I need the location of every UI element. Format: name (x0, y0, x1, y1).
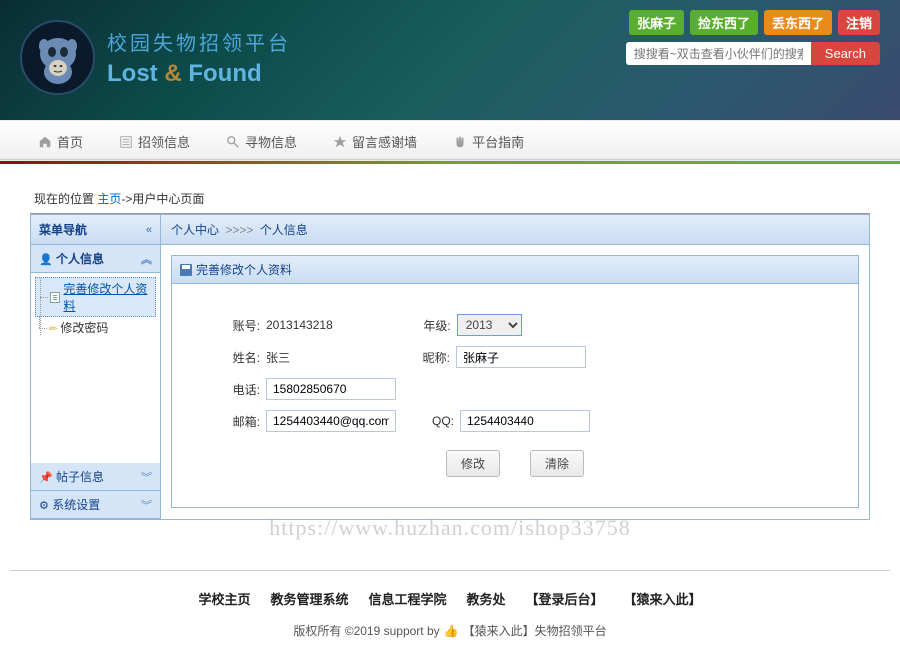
search-button[interactable]: Search (811, 42, 880, 65)
footer-monkey[interactable]: 【猿来入此】 (624, 589, 702, 608)
nav-claim[interactable]: 招领信息 (101, 121, 208, 162)
doc-icon (50, 292, 60, 303)
footer-info[interactable]: 信息工程学院 (368, 589, 446, 608)
list-icon (119, 135, 133, 149)
footer-edu[interactable]: 教务管理系统 (270, 589, 348, 608)
sidebar: 菜单导航 « 个人信息 ︽ 完善修改个人资料 修改密码 帖子信息 (31, 215, 161, 519)
site-title-en: Lost & Found (107, 60, 291, 88)
sidebar-panel-posts[interactable]: 帖子信息 ︾ (31, 463, 160, 491)
chevron-down-icon: ︾ (141, 497, 152, 513)
breadcrumb: 现在的位置 主页->用户中心页面 (30, 184, 870, 214)
email-input[interactable] (266, 410, 396, 432)
nav-bar: 首页 招领信息 寻物信息 留言感谢墙 平台指南 (0, 120, 900, 160)
label-name: 姓名: (222, 349, 260, 366)
chevron-down-icon: ︾ (141, 469, 152, 485)
grade-select[interactable]: 2013 (457, 314, 522, 336)
gear-icon (39, 498, 49, 512)
sidebar-panel-personal[interactable]: 个人信息 ︽ (31, 245, 160, 273)
label-qq: QQ: (416, 414, 454, 428)
tree-change-pwd[interactable]: 修改密码 (35, 317, 156, 338)
main-header: 个人中心 >>>> 个人信息 (161, 215, 869, 245)
footer-backend[interactable]: 【登录后台】 (526, 589, 604, 608)
star-icon (333, 135, 347, 149)
sidebar-header: 菜单导航 « (31, 215, 160, 245)
form-container: 完善修改个人资料 账号: 2013143218 年级: 2013 (171, 255, 859, 508)
main-layout: 菜单导航 « 个人信息 ︽ 完善修改个人资料 修改密码 帖子信息 (30, 214, 870, 520)
logout-button[interactable]: 注销 (838, 10, 880, 35)
home-icon (38, 135, 52, 149)
chevron-up-icon: ︽ (141, 251, 152, 267)
nav-home[interactable]: 首页 (20, 121, 101, 162)
breadcrumb-home[interactable]: 主页 (97, 192, 121, 206)
person-icon (39, 252, 53, 266)
label-phone: 电话: (222, 381, 260, 398)
nav-message[interactable]: 留言感谢墙 (315, 121, 435, 162)
label-account: 账号: (222, 317, 260, 334)
clear-button[interactable]: 清除 (530, 450, 584, 477)
phone-input[interactable] (266, 378, 396, 400)
nav-guide[interactable]: 平台指南 (435, 121, 542, 162)
user-button[interactable]: 张麻子 (629, 10, 684, 35)
site-title-cn: 校园失物招领平台 (107, 27, 291, 56)
nav-seek[interactable]: 寻物信息 (208, 121, 315, 162)
thumbs-icon: 👍 (444, 624, 459, 638)
sidebar-panel-system[interactable]: 系统设置 ︾ (31, 491, 160, 519)
search-icon (226, 135, 240, 149)
disk-icon (180, 264, 192, 276)
logo-icon (20, 20, 95, 95)
qq-input[interactable] (460, 410, 590, 432)
found-button[interactable]: 捡东西了 (690, 10, 758, 35)
hand-icon (453, 135, 467, 149)
tree-area: 完善修改个人资料 修改密码 (31, 273, 160, 463)
lost-button[interactable]: 丢东西了 (764, 10, 832, 35)
label-email: 邮箱: (222, 413, 260, 430)
value-account: 2013143218 (266, 318, 333, 332)
footer: 学校主页 教务管理系统 信息工程学院 教务处 【登录后台】 【猿来入此】 版权所… (10, 570, 890, 657)
pin-icon (39, 470, 53, 484)
search-area: Search (626, 42, 880, 65)
value-name: 张三 (266, 349, 290, 366)
main-panel: 个人中心 >>>> 个人信息 完善修改个人资料 账号: 2013143218 (161, 215, 869, 519)
footer-school[interactable]: 学校主页 (198, 589, 250, 608)
pencil-icon (49, 321, 57, 335)
modify-button[interactable]: 修改 (446, 450, 500, 477)
label-grade: 年级: (413, 317, 451, 334)
collapse-icon[interactable]: « (146, 224, 152, 236)
search-input[interactable] (626, 42, 811, 65)
form-header: 完善修改个人资料 (172, 256, 858, 284)
header: 校园失物招领平台 Lost & Found 张麻子 捡东西了 丢东西了 注销 S… (0, 0, 900, 120)
nickname-input[interactable] (456, 346, 586, 368)
top-buttons: 张麻子 捡东西了 丢东西了 注销 (629, 10, 880, 35)
footer-affairs[interactable]: 教务处 (467, 589, 506, 608)
tree-edit-profile[interactable]: 完善修改个人资料 (35, 277, 156, 317)
label-nickname: 昵称: (412, 349, 450, 366)
